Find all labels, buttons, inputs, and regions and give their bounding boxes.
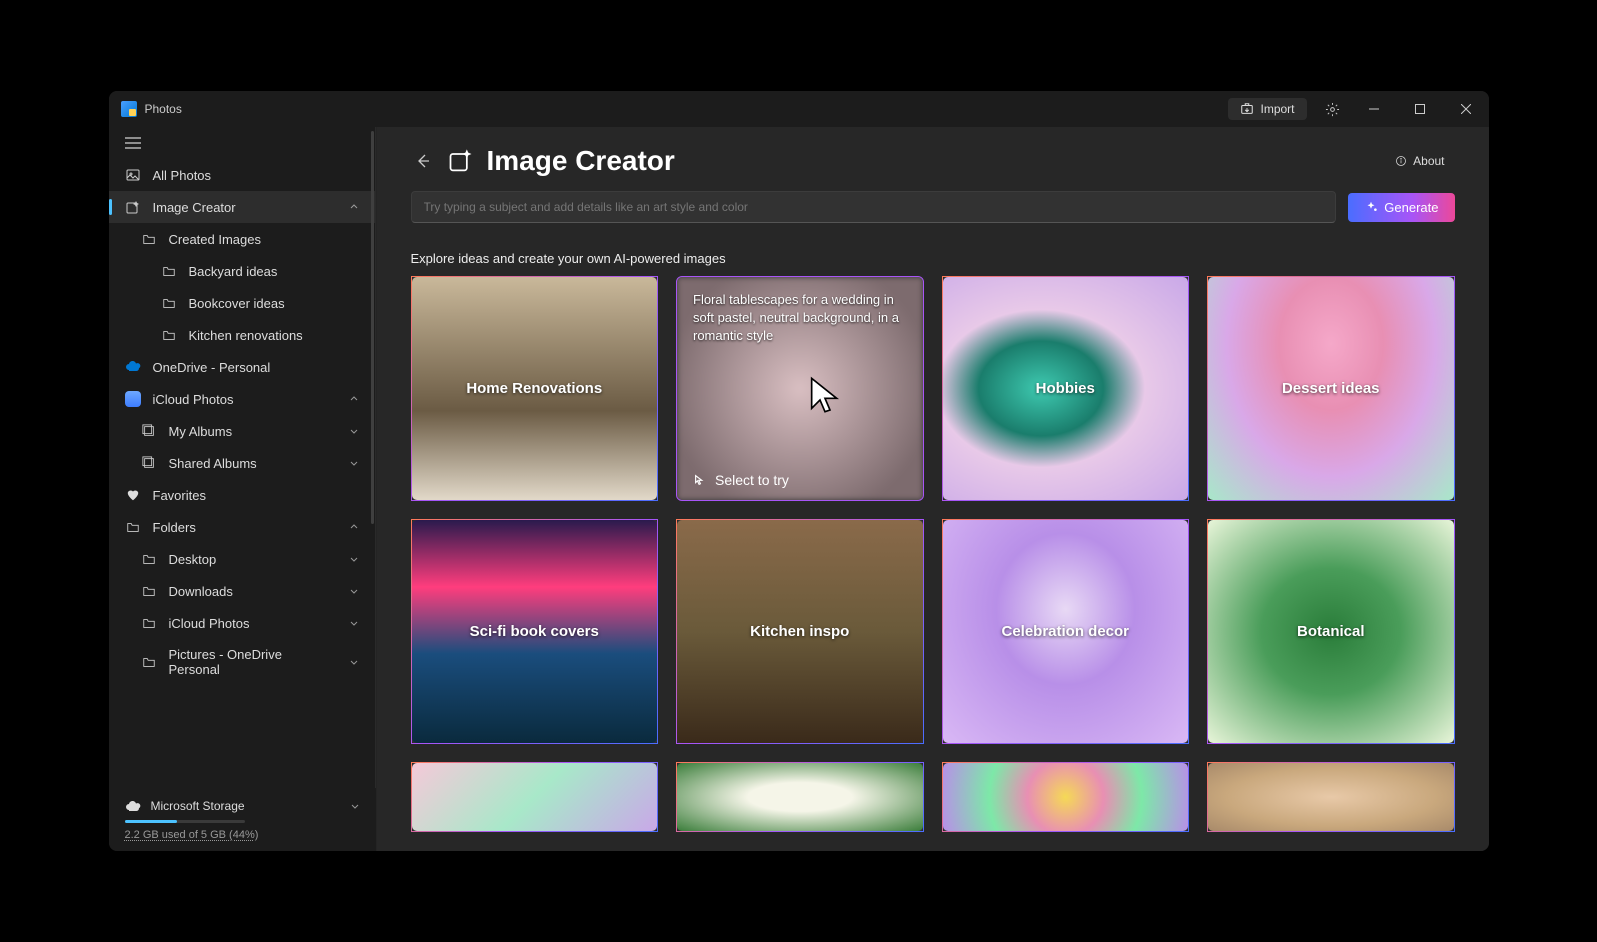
idea-card-dessert[interactable]: Dessert ideas xyxy=(1207,276,1455,501)
close-button[interactable] xyxy=(1443,91,1489,127)
hamburger-icon xyxy=(125,137,141,149)
image-creator-icon xyxy=(125,199,141,215)
maximize-icon xyxy=(1415,104,1425,114)
maximize-button[interactable] xyxy=(1397,91,1443,127)
gear-icon xyxy=(1325,102,1340,117)
sidebar-item-pictures-od[interactable]: Pictures - OneDrive Personal xyxy=(109,639,375,685)
sidebar-item-onedrive[interactable]: OneDrive - Personal xyxy=(109,351,375,383)
sparkle-icon xyxy=(1364,200,1378,214)
idea-card-partial-4[interactable] xyxy=(1207,762,1455,832)
sidebar-item-favorites[interactable]: Favorites xyxy=(109,479,375,511)
storage-detail[interactable]: 2.2 GB used of 5 GB (44%) xyxy=(125,829,360,841)
idea-card-celebration[interactable]: Celebration decor xyxy=(942,519,1190,744)
cards-grid: Home Renovations Floral tablescapes for … xyxy=(411,276,1455,832)
idea-card-floral[interactable]: Floral tablescapes for a wedding in soft… xyxy=(676,276,924,501)
chevron-up-icon xyxy=(349,522,359,532)
onedrive-icon xyxy=(125,359,141,375)
import-button[interactable]: Import xyxy=(1228,98,1306,120)
folder-icon xyxy=(141,654,157,670)
sidebar-item-image-creator[interactable]: Image Creator xyxy=(109,191,375,223)
minimize-icon xyxy=(1369,104,1379,114)
sidebar-item-kitchen[interactable]: Kitchen renovations xyxy=(109,319,375,351)
heart-icon xyxy=(125,487,141,503)
folder-icon xyxy=(141,615,157,631)
idea-card-partial-3[interactable] xyxy=(942,762,1190,832)
import-icon xyxy=(1240,102,1254,116)
folder-icon xyxy=(161,295,177,311)
idea-prompt-text: Floral tablescapes for a wedding in soft… xyxy=(693,291,907,346)
sidebar-item-downloads[interactable]: Downloads xyxy=(109,575,375,607)
storage-section: Microsoft Storage 2.2 GB used of 5 GB (4… xyxy=(109,788,376,851)
idea-card-hobbies[interactable]: Hobbies xyxy=(942,276,1190,501)
album-icon xyxy=(141,455,157,471)
chevron-down-icon xyxy=(350,801,360,811)
folder-icon xyxy=(141,583,157,599)
info-icon xyxy=(1395,155,1407,167)
hamburger-button[interactable] xyxy=(109,127,375,159)
chevron-up-icon xyxy=(349,394,359,404)
cloud-icon xyxy=(125,798,141,814)
chevron-up-icon xyxy=(349,202,359,212)
app-icon xyxy=(121,101,137,117)
chevron-down-icon xyxy=(349,618,359,628)
folder-icon xyxy=(125,519,141,535)
app-title: Photos xyxy=(145,102,182,116)
image-creator-title-icon xyxy=(447,147,475,175)
icloud-icon xyxy=(125,391,141,407)
photos-icon xyxy=(125,167,141,183)
idea-card-scifi[interactable]: Sci-fi book covers xyxy=(411,519,659,744)
titlebar: Photos Import xyxy=(109,91,1489,127)
folder-icon xyxy=(161,327,177,343)
sparkle-arrow-icon xyxy=(693,473,707,487)
album-icon xyxy=(141,423,157,439)
chevron-down-icon xyxy=(349,426,359,436)
about-button[interactable]: About xyxy=(1385,148,1454,174)
close-icon xyxy=(1461,104,1471,114)
page-title: Image Creator xyxy=(447,145,675,177)
storage-button[interactable]: Microsoft Storage xyxy=(125,798,360,814)
back-arrow-icon xyxy=(415,153,431,169)
chevron-down-icon xyxy=(349,554,359,564)
sidebar-item-folders[interactable]: Folders xyxy=(109,511,375,543)
sidebar-item-desktop[interactable]: Desktop xyxy=(109,543,375,575)
idea-card-kitchen[interactable]: Kitchen inspo xyxy=(676,519,924,744)
sidebar-item-bookcover[interactable]: Bookcover ideas xyxy=(109,287,375,319)
chevron-down-icon xyxy=(349,657,359,667)
settings-button[interactable] xyxy=(1315,91,1351,127)
idea-card-partial-2[interactable] xyxy=(676,762,924,832)
app-window: Photos Import xyxy=(109,91,1489,851)
sidebar-item-all-photos[interactable]: All Photos xyxy=(109,159,375,191)
chevron-down-icon xyxy=(349,458,359,468)
main-content: Image Creator About Generate Explore ide… xyxy=(377,127,1489,851)
sidebar-item-icloud[interactable]: iCloud Photos xyxy=(109,383,375,415)
sidebar-item-icloud-folder[interactable]: iCloud Photos xyxy=(109,607,375,639)
sidebar-item-backyard[interactable]: Backyard ideas xyxy=(109,255,375,287)
folder-icon xyxy=(161,263,177,279)
select-to-try: Select to try xyxy=(693,472,789,488)
folder-icon xyxy=(141,231,157,247)
sidebar: All Photos Image Creator Created Images … xyxy=(109,127,377,851)
explore-heading: Explore ideas and create your own AI-pow… xyxy=(377,223,1489,276)
storage-progress xyxy=(125,820,245,823)
prompt-input[interactable] xyxy=(411,191,1337,223)
idea-card-partial-1[interactable] xyxy=(411,762,659,832)
folder-icon xyxy=(141,551,157,567)
generate-button[interactable]: Generate xyxy=(1348,193,1454,222)
sidebar-item-shared-albums[interactable]: Shared Albums xyxy=(109,447,375,479)
cursor-icon xyxy=(805,375,845,415)
idea-card-home-reno[interactable]: Home Renovations xyxy=(411,276,659,501)
chevron-down-icon xyxy=(349,586,359,596)
back-button[interactable] xyxy=(411,149,435,173)
sidebar-item-created-images[interactable]: Created Images xyxy=(109,223,375,255)
sidebar-item-my-albums[interactable]: My Albums xyxy=(109,415,375,447)
minimize-button[interactable] xyxy=(1351,91,1397,127)
idea-card-botanical[interactable]: Botanical xyxy=(1207,519,1455,744)
